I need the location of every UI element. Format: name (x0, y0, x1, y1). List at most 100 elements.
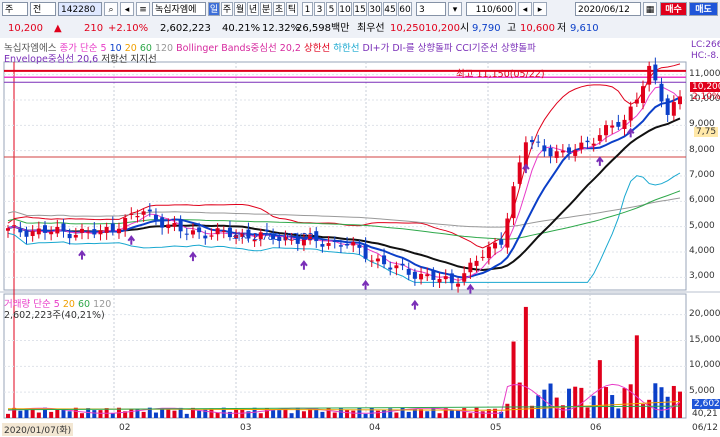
sell-button[interactable]: 매도 (689, 2, 718, 16)
price-legend-2: Envelope중심선 20,6 저항선 지지선 (4, 51, 157, 65)
candle (215, 228, 220, 235)
candle (92, 229, 97, 235)
volume-bar (345, 409, 350, 418)
calendar-icon[interactable]: ▦ (643, 2, 657, 16)
candle (338, 245, 343, 247)
up-arrow-icon: ▲ (54, 23, 62, 34)
candle (42, 225, 47, 233)
minute-15[interactable]: 15 (353, 2, 367, 16)
legend-ma120: 120 (154, 43, 174, 54)
volume-bar (332, 412, 337, 418)
buy-button[interactable]: 매수 (660, 2, 687, 16)
volume-bar (530, 405, 535, 418)
tab-tick[interactable]: 틱 (286, 2, 298, 16)
vol-legend-value: 2,602,223주(40,21%) (4, 310, 105, 321)
candle (79, 228, 84, 233)
candle (474, 260, 479, 266)
volume-bar (634, 335, 639, 418)
candle (419, 273, 424, 280)
search-icon[interactable]: ⌕ (104, 2, 118, 16)
price-tick-label: 5,000 (689, 220, 715, 231)
candle (665, 98, 670, 115)
volume-bar (129, 409, 134, 418)
volume-bar (542, 389, 547, 418)
volume-bar (548, 383, 553, 418)
candle (394, 265, 399, 269)
low-price: 9,610 (570, 23, 599, 34)
minute-1[interactable]: 1 (302, 2, 313, 16)
minute-10[interactable]: 10 (338, 2, 352, 16)
trade-amount: 26,598백만 (296, 23, 350, 34)
candle (326, 243, 331, 246)
volume-bar (573, 386, 578, 418)
candle (579, 142, 584, 150)
legend-upper: 상한선 (303, 43, 331, 54)
volume-bar (480, 411, 485, 418)
minute-60[interactable]: 60 (398, 2, 412, 16)
minute-30[interactable]: 30 (368, 2, 382, 16)
list-icon[interactable]: ≡ (136, 2, 150, 16)
candle (141, 211, 146, 215)
date-axis-start: 2020/01/07(화) (2, 423, 74, 436)
tab-day[interactable]: 일 (208, 2, 220, 16)
period-select[interactable]: 전 (30, 2, 56, 16)
volume-ma-tag: 40,21 (692, 409, 718, 419)
tab-month[interactable]: 월 (234, 2, 246, 16)
volume: 2,602,223 (160, 23, 211, 34)
chevron-down-icon[interactable]: ▾ (448, 2, 462, 16)
candle (517, 162, 522, 184)
candle (511, 186, 516, 219)
candle (443, 276, 448, 280)
line-tag: 7,75 (694, 127, 719, 137)
volume-bar (400, 407, 405, 418)
volume-bar (36, 412, 41, 418)
candle (357, 244, 362, 248)
tab-second[interactable]: 초 (273, 2, 285, 16)
minute-45[interactable]: 45 (383, 2, 397, 16)
candle (412, 271, 417, 279)
tab-week[interactable]: 주 (221, 2, 233, 16)
candle (135, 215, 140, 218)
minute-5[interactable]: 5 (326, 2, 337, 16)
legend-bollinger: Bollinger Bands중심선 20,2 (176, 43, 301, 54)
legend-support: 지지선 (130, 54, 157, 65)
candle (462, 273, 467, 282)
scroll-right-icon[interactable]: ▸ (533, 2, 547, 16)
candle (449, 273, 454, 284)
candle (49, 231, 54, 235)
volume-bar (585, 407, 590, 418)
candle (197, 227, 202, 233)
volume-bar (431, 407, 436, 418)
chart-background (0, 38, 720, 437)
candle (653, 64, 658, 81)
volume-bar (456, 410, 461, 418)
candle (166, 224, 171, 229)
candle (610, 125, 615, 128)
date-field[interactable]: 2020/06/12 (575, 2, 641, 16)
candle (190, 230, 195, 235)
tab-minute[interactable]: 분 (260, 2, 272, 16)
stock-name: 녹십자엠에 (152, 2, 206, 16)
month-label: 04 (369, 423, 381, 433)
volume-bar (567, 388, 572, 418)
prev-icon[interactable]: ◂ (120, 2, 134, 16)
price-tick-label: 8,000 (689, 144, 715, 155)
volume-bar (425, 411, 430, 418)
scroll-left-icon[interactable]: ◂ (518, 2, 532, 16)
market-select[interactable]: 주 (2, 2, 28, 16)
stock-chart[interactable] (0, 38, 720, 437)
volume-bar (449, 410, 454, 418)
legend-envelope: Envelope중심선 20,6 (4, 54, 99, 65)
minute-3[interactable]: 3 (314, 2, 325, 16)
candle (560, 150, 565, 153)
candle (86, 231, 91, 233)
candle (480, 256, 485, 258)
stock-code-input[interactable]: 142280 (58, 2, 102, 16)
data-count[interactable]: 110/600 (466, 2, 516, 16)
tab-year[interactable]: 년 (247, 2, 259, 16)
candle (153, 214, 158, 221)
interval-select[interactable]: 3 (416, 2, 446, 16)
candle (622, 119, 627, 129)
volume-bar (523, 306, 528, 418)
volume-bar (277, 410, 282, 418)
